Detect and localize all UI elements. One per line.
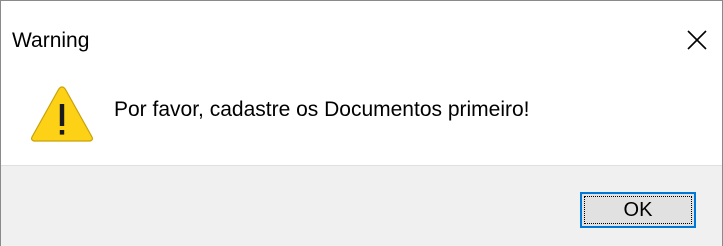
dialog-title: Warning — [12, 29, 90, 52]
title-bar: Warning — [1, 1, 722, 69]
ok-button-label: OK — [623, 198, 653, 221]
button-bar: OK — [1, 165, 722, 246]
message-area: Por favor, cadastre os Documentos primei… — [1, 69, 722, 165]
warning-dialog: Warning Por favor, cadastre os Documento… — [0, 0, 723, 246]
warning-icon — [30, 86, 94, 142]
close-icon — [687, 30, 707, 50]
ok-button[interactable]: OK — [580, 192, 696, 228]
close-button[interactable] — [680, 23, 714, 57]
warning-message: Por favor, cadastre os Documentos primei… — [114, 98, 530, 121]
